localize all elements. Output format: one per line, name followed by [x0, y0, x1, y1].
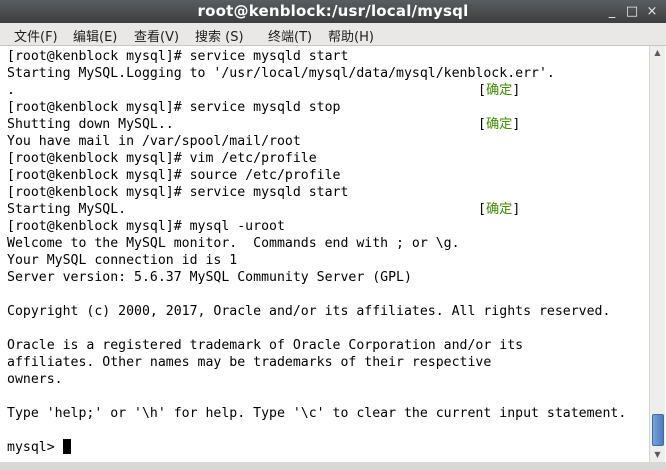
status-bracket-close: ] [512, 117, 521, 132]
vertical-scrollbar[interactable]: ▲ ▼ [649, 46, 665, 462]
window-bottom-border [0, 462, 666, 470]
status-bracket-close: ] [512, 83, 521, 98]
terminal-line: [root@kenblock mysql]# source /etc/profi… [7, 168, 341, 183]
menu-help[interactable]: 帮助(H) [328, 26, 374, 45]
terminal-line: [root@kenblock mysql]# vim /etc/profile [7, 151, 317, 166]
terminal-line: Starting MySQL. [7, 202, 127, 217]
minimize-button[interactable]: _ [603, 3, 621, 20]
status-ok-text: 确定 [485, 83, 513, 98]
status-ok-restart: [确定] [478, 201, 520, 218]
terminal-line: [root@kenblock mysql]# mysql -uroot [7, 219, 285, 234]
status-bracket-open: [ [478, 117, 486, 132]
status-ok-stop: [确定] [478, 116, 520, 133]
terminal-line: Shutting down MySQL.. [7, 117, 174, 132]
text-cursor [62, 439, 71, 454]
menu-file[interactable]: 文件(F) [14, 26, 58, 45]
status-bracket-open: [ [478, 202, 486, 217]
mysql-prompt: mysql> [7, 440, 63, 455]
menu-search[interactable]: 搜索 (S) [195, 26, 244, 45]
terminal-line: . [7, 83, 15, 98]
terminal-line: [root@kenblock mysql]# service mysqld st… [7, 49, 349, 64]
menu-edit[interactable]: 编辑(E) [73, 26, 117, 45]
scrollbar-thumb[interactable] [652, 414, 664, 446]
terminal-line: Welcome to the MySQL monitor. Commands e… [7, 236, 460, 251]
status-ok-text: 确定 [485, 117, 513, 132]
terminal-line: owners. [7, 372, 63, 387]
terminal-line: [root@kenblock mysql]# service mysqld st… [7, 185, 349, 200]
terminal-line: Type 'help;' or '\h' for help. Type '\c'… [7, 406, 627, 421]
terminal-line: affiliates. Other names may be trademark… [7, 355, 492, 370]
menu-bar: 文件(F) 编辑(E) 查看(V) 搜索 (S) 终端(T) 帮助(H) [0, 23, 666, 46]
status-ok-text: 确定 [485, 202, 513, 217]
mysql-prompt-line[interactable]: mysql> [7, 439, 71, 456]
terminal-output[interactable]: [root@kenblock mysql]# service mysqld st… [0, 46, 649, 462]
scroll-up-arrow-icon[interactable]: ▲ [650, 46, 665, 60]
terminal-line: Your MySQL connection id is 1 [7, 253, 238, 268]
close-button[interactable]: × [643, 3, 661, 20]
terminal-line: Starting MySQL.Logging to '/usr/local/my… [7, 66, 555, 81]
maximize-button[interactable]: □ [623, 3, 641, 20]
terminal-line: Oracle is a registered trademark of Orac… [7, 338, 524, 353]
title-bar[interactable]: root@kenblock:/usr/local/mysql _ □ × [0, 0, 666, 23]
terminal-line: You have mail in /var/spool/mail/root [7, 134, 301, 149]
terminal-line: Server version: 5.6.37 MySQL Community S… [7, 270, 412, 285]
window-title: root@kenblock:/usr/local/mysql [197, 2, 469, 20]
terminal-line: [root@kenblock mysql]# service mysqld st… [7, 100, 341, 115]
terminal-line: Copyright (c) 2000, 2017, Oracle and/or … [7, 304, 611, 319]
scroll-down-arrow-icon[interactable]: ▼ [650, 448, 665, 462]
menu-view[interactable]: 查看(V) [134, 26, 179, 45]
status-ok-start: [确定] [478, 82, 520, 99]
status-bracket-close: ] [512, 202, 521, 217]
status-bracket-open: [ [478, 83, 486, 98]
menu-terminal[interactable]: 终端(T) [268, 26, 312, 45]
